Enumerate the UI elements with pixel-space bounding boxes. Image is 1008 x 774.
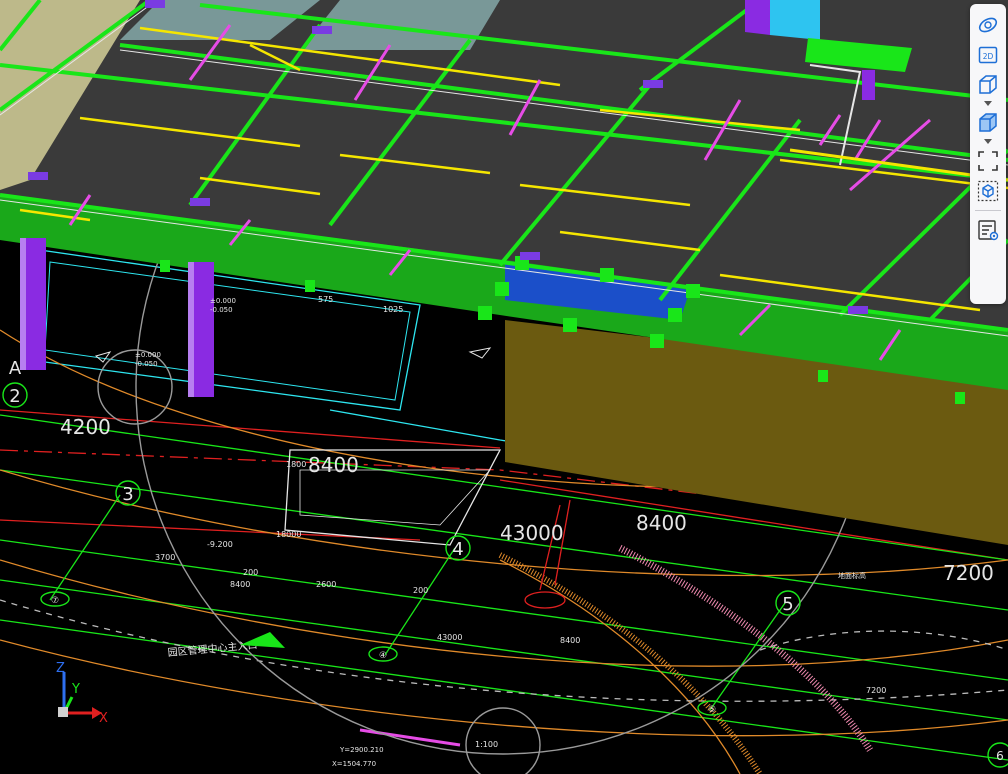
dim-7200: 7200 (943, 561, 994, 585)
coord-y: Y=2900.210 (339, 746, 384, 754)
coord-x: X=1504.770 (332, 760, 376, 768)
view-2d-button[interactable]: 2D (972, 40, 1004, 70)
properties-panel-icon (978, 220, 999, 241)
elev-3: ±0.000 (135, 351, 161, 359)
fit-frame-button[interactable] (972, 146, 1004, 176)
grid-label-c5: ⑤ (708, 705, 716, 715)
solid-dropdown-caret[interactable] (984, 139, 992, 144)
grid-label-3: 3 (122, 484, 133, 505)
svg-text:2D: 2D (983, 52, 994, 61)
model-canvas[interactable]: 4200 8400 43000 8400 7200 1800 18000 370… (0, 0, 1008, 774)
dim-43000-s: 43000 (437, 633, 462, 642)
dim-2600: 2600 (316, 580, 336, 589)
3d-viewport[interactable]: 4200 8400 43000 8400 7200 1800 18000 370… (0, 0, 1008, 774)
axis-triad: Z Y X (56, 661, 108, 726)
level-marker-icon-2 (468, 347, 492, 359)
dim-1800: 1800 (286, 460, 306, 469)
elev-4: -0.050 (135, 360, 158, 368)
section-box-button[interactable] (972, 176, 1004, 206)
dim-200: 200 (243, 568, 258, 577)
dim-4200: 4200 (60, 415, 111, 439)
axis-x-label: X (99, 711, 108, 726)
view-2d-icon: 2D (978, 46, 998, 64)
properties-button[interactable] (972, 215, 1004, 245)
grid-label-a: A (9, 358, 22, 379)
solid-cube-icon (979, 113, 997, 132)
grid-label-5: 5 (782, 594, 793, 615)
grid-label-c7: ⑦ (51, 596, 59, 606)
section-box-icon (977, 180, 999, 202)
orbit-icon (978, 17, 998, 33)
dim-8400-a: 8400 (308, 453, 359, 477)
elev-minus9200: -9.200 (207, 540, 233, 549)
elev-ground: 地面标高 (838, 571, 866, 580)
grid-label-4: 4 (452, 539, 463, 560)
elev-2: -0.050 (210, 306, 233, 314)
dim-200-b: 200 (413, 586, 428, 595)
axis-z-label: Z (56, 661, 65, 676)
toolbar-separator (975, 210, 1001, 211)
grid-label-2: 2 (9, 386, 20, 407)
wireframe-view-button[interactable] (972, 70, 1004, 100)
grid-label-c4: ④ (379, 651, 387, 661)
scale-label: 1:100 (475, 740, 498, 749)
dim-8400-s: 8400 (230, 580, 250, 589)
dim-1025: 1025 (383, 305, 403, 314)
orbit-button[interactable] (972, 10, 1004, 40)
grid-label-6: 6 (996, 749, 1004, 763)
dim-43000: 43000 (500, 521, 564, 545)
dim-8400-b: 8400 (636, 511, 687, 535)
elev-1: ±0.000 (210, 297, 236, 305)
wireframe-cube-icon (979, 75, 997, 94)
level-marker-icon (94, 351, 112, 363)
solid-view-button[interactable] (972, 108, 1004, 138)
entrance-label: 园区管理中心主入口 (167, 638, 258, 659)
dim-3700: 3700 (155, 553, 175, 562)
frame-corners-icon (978, 151, 998, 171)
axis-y-label: Y (71, 682, 80, 697)
dim-18000: 18000 (276, 530, 301, 539)
dim-575: 575 (318, 295, 333, 304)
view-toolbar: 2D (970, 4, 1006, 304)
dim-7200-s: 7200 (866, 686, 886, 695)
dim-8400-t: 8400 (560, 636, 580, 645)
wireframe-dropdown-caret[interactable] (984, 101, 992, 106)
